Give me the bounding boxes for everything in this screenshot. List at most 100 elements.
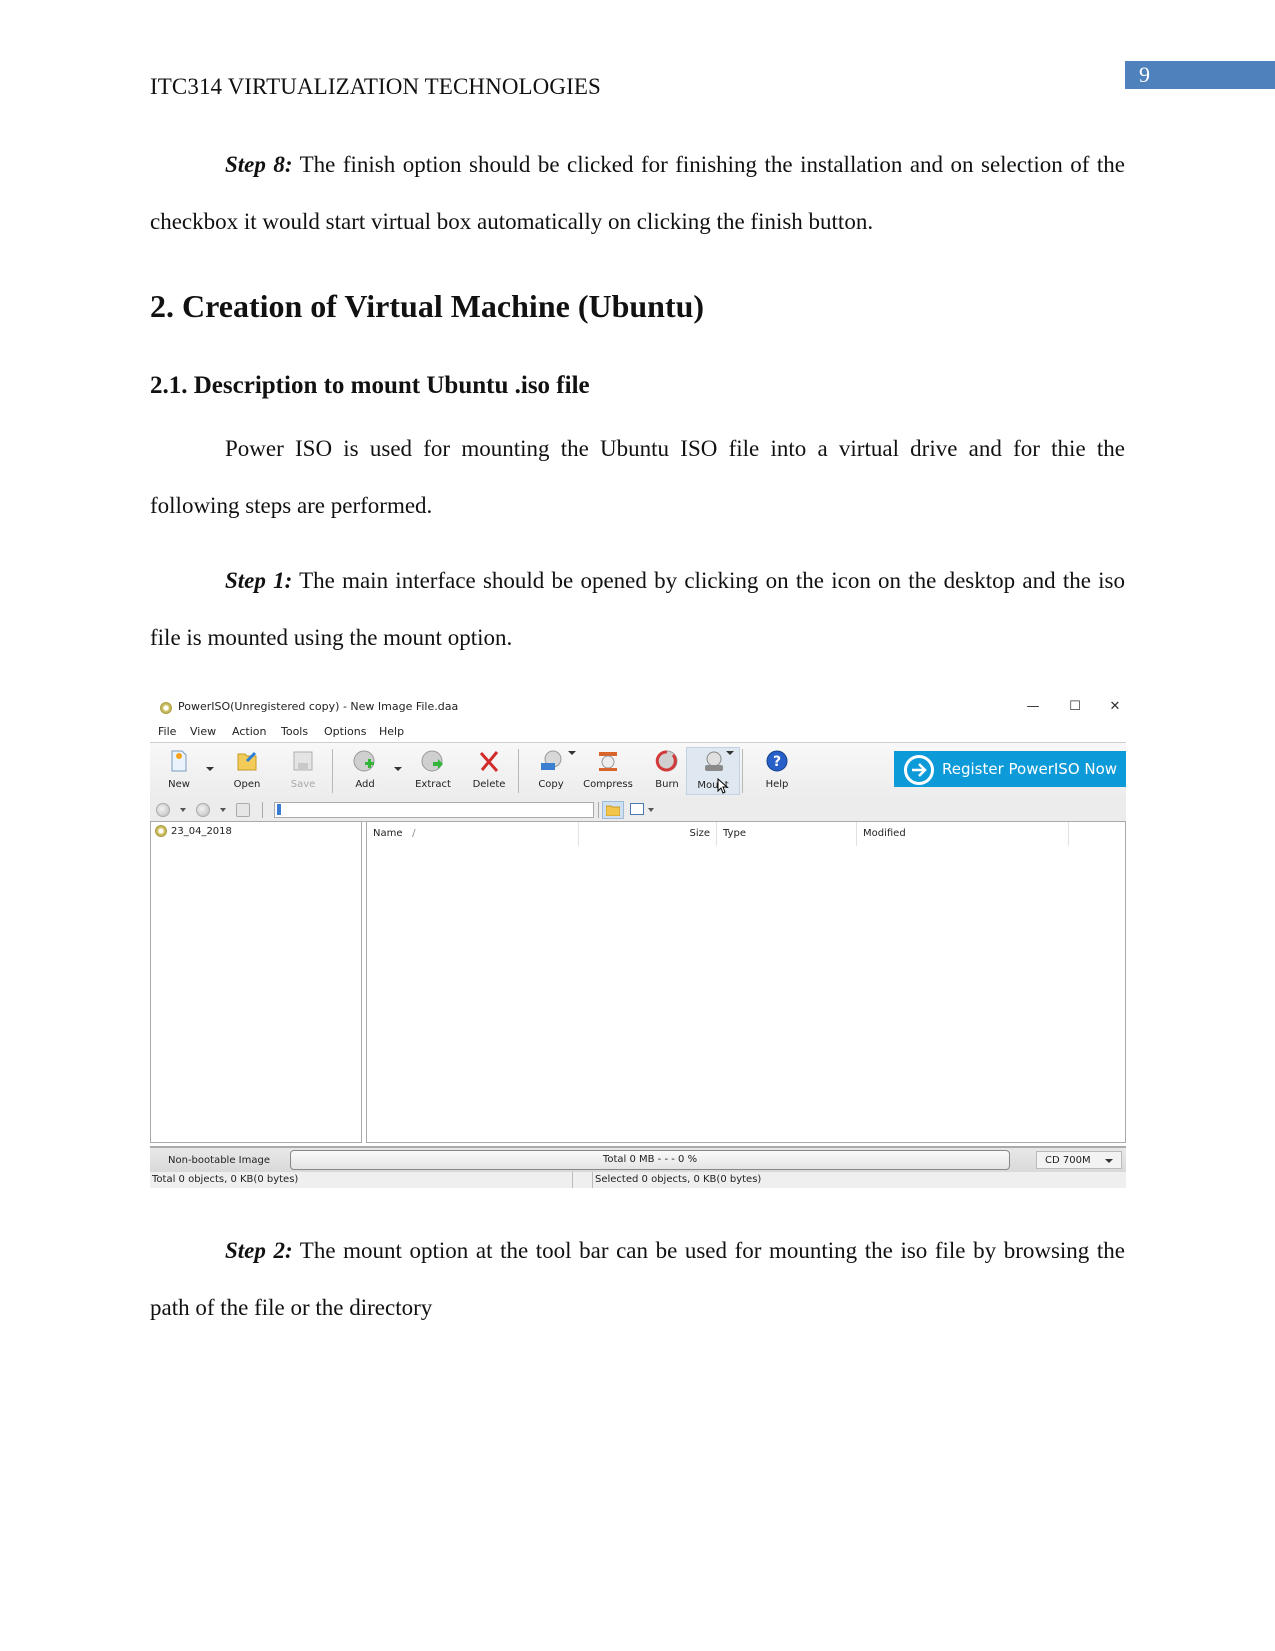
subsection-heading: 2.1. Description to mount Ubuntu .iso fi… — [150, 372, 590, 399]
new-dropdown-arrow[interactable] — [206, 767, 214, 771]
total-objects: Total 0 objects, 0 KB(0 bytes) — [150, 1172, 573, 1188]
page-number: 9 — [1125, 61, 1275, 89]
poweriso-app-icon — [160, 702, 172, 714]
new-label: New — [168, 779, 190, 790]
compress-icon — [599, 752, 617, 771]
mount-label: Mount — [697, 780, 729, 791]
maximize-button[interactable]: ☐ — [1060, 698, 1090, 716]
menu-options[interactable]: Options — [324, 725, 366, 738]
delete-x-icon — [479, 751, 499, 772]
back-dropdown-arrow[interactable] — [180, 808, 186, 812]
mouse-cursor-icon — [717, 778, 729, 794]
folder-tree-panel: 23_04_2018 — [150, 821, 362, 1143]
column-name-label: Name — [373, 828, 403, 839]
arrow-right-circle-icon — [904, 755, 934, 785]
delete-button[interactable]: Delete — [462, 747, 516, 795]
copy-dropdown-arrow[interactable] — [568, 751, 576, 755]
help-icon: ? — [766, 750, 788, 772]
copy-label: Copy — [538, 779, 564, 790]
step-1-text: The main interface should be opened by c… — [150, 568, 1125, 650]
column-header-size[interactable]: Size — [579, 822, 717, 846]
step-2-label: Step 2: — [225, 1238, 293, 1263]
step-8-label: Step 8: — [225, 152, 293, 177]
minimize-button[interactable]: — — [1018, 698, 1048, 716]
column-header-modified[interactable]: Modified — [857, 822, 1069, 846]
disc-image-icon — [155, 825, 167, 837]
running-header: ITC314 VIRTUALIZATION TECHNOLOGIES — [150, 74, 601, 99]
tree-item-label: 23_04_2018 — [171, 826, 232, 837]
up-folder-icon[interactable] — [236, 803, 250, 817]
mount-dropdown-arrow[interactable] — [726, 751, 734, 755]
intro-text: Power ISO is used for mounting the Ubunt… — [150, 436, 1125, 518]
add-dropdown-arrow[interactable] — [394, 767, 402, 771]
add-label: Add — [355, 779, 375, 790]
forward-dropdown-arrow[interactable] — [220, 808, 226, 812]
boot-status[interactable]: Non-bootable Image — [156, 1152, 282, 1170]
menu-tools[interactable]: Tools — [281, 725, 308, 738]
save-button[interactable]: Save — [276, 747, 330, 795]
nav-separator — [262, 802, 263, 818]
capacity-value: CD 700M — [1045, 1155, 1091, 1166]
save-disk-icon — [293, 751, 313, 771]
object-status-bar: Total 0 objects, 0 KB(0 bytes) Selected … — [150, 1172, 1126, 1188]
selected-objects: Selected 0 objects, 0 KB(0 bytes) — [592, 1172, 761, 1188]
delete-label: Delete — [472, 779, 506, 790]
column-header-type[interactable]: Type — [717, 822, 857, 846]
capacity-select[interactable]: CD 700M — [1036, 1151, 1122, 1169]
register-label: Register PowerISO Now — [942, 760, 1118, 778]
close-button[interactable]: ✕ — [1100, 698, 1126, 716]
path-selection — [277, 804, 281, 815]
menu-help[interactable]: Help — [379, 725, 404, 738]
menu-action[interactable]: Action — [232, 725, 266, 738]
capacity-progress: Total 0 MB - - - 0 % — [290, 1150, 1010, 1170]
column-header-name[interactable]: Name / — [367, 822, 579, 846]
section-heading: 2. Creation of Virtual Machine (Ubuntu) — [150, 288, 705, 324]
menu-file[interactable]: File — [158, 725, 176, 738]
toolbar-separator — [332, 749, 333, 793]
register-button[interactable]: Register PowerISO Now — [894, 751, 1126, 787]
mount-drive-icon — [705, 751, 723, 771]
extract-disc-icon — [421, 750, 443, 772]
menu-view[interactable]: View — [190, 725, 216, 738]
view-mode-icon[interactable] — [630, 803, 644, 815]
step-1-label: Step 1: — [225, 568, 293, 593]
help-button[interactable]: ? Help — [750, 747, 804, 795]
window-title: PowerISO(Unregistered copy) - New Image … — [178, 700, 459, 713]
file-list-panel: Name / Size Type Modified — [366, 821, 1126, 1143]
navigation-bar — [150, 799, 1126, 822]
extract-label: Extract — [415, 779, 451, 790]
back-icon[interactable] — [156, 803, 170, 817]
toolbar-separator — [742, 749, 743, 793]
folder-view-toggle[interactable] — [602, 801, 624, 819]
new-file-icon — [171, 750, 187, 772]
tree-item[interactable]: 23_04_2018 — [155, 825, 232, 837]
step-1-paragraph: Step 1: The main interface should be ope… — [150, 552, 1125, 666]
toolbar: New Open Save Add Extract Delete Copy Co… — [150, 742, 1126, 800]
step-8-paragraph: Step 8: The finish option should be clic… — [150, 136, 1125, 250]
view-mode-dropdown-arrow[interactable] — [648, 808, 654, 812]
menu-bar: File View Action Tools Options Help — [150, 720, 1126, 742]
open-button[interactable]: Open — [220, 747, 274, 795]
step-2-text: The mount option at the tool bar can be … — [150, 1238, 1125, 1320]
add-button[interactable]: Add — [338, 747, 392, 795]
step-8-text: The finish option should be clicked for … — [150, 152, 1125, 234]
sort-indicator-icon: / — [412, 828, 416, 839]
open-label: Open — [233, 779, 261, 790]
extract-button[interactable]: Extract — [406, 747, 460, 795]
add-disc-icon — [353, 750, 375, 772]
path-input[interactable] — [274, 802, 594, 818]
help-label: Help — [765, 779, 789, 790]
new-button[interactable]: New — [152, 747, 206, 795]
burn-disc-icon — [655, 750, 678, 772]
svg-text:?: ? — [773, 754, 781, 770]
copy-disc-icon — [541, 750, 562, 770]
forward-icon[interactable] — [196, 803, 210, 817]
open-folder-icon — [237, 751, 257, 771]
title-bar: PowerISO(Unregistered copy) - New Image … — [150, 694, 1126, 720]
nav-separator — [598, 802, 599, 818]
poweriso-screenshot: PowerISO(Unregistered copy) - New Image … — [150, 694, 1126, 1190]
chevron-down-icon — [1105, 1159, 1113, 1163]
intro-paragraph: Power ISO is used for mounting the Ubunt… — [150, 420, 1125, 534]
compress-button[interactable]: Compress — [578, 747, 638, 795]
compress-label: Compress — [583, 779, 633, 790]
